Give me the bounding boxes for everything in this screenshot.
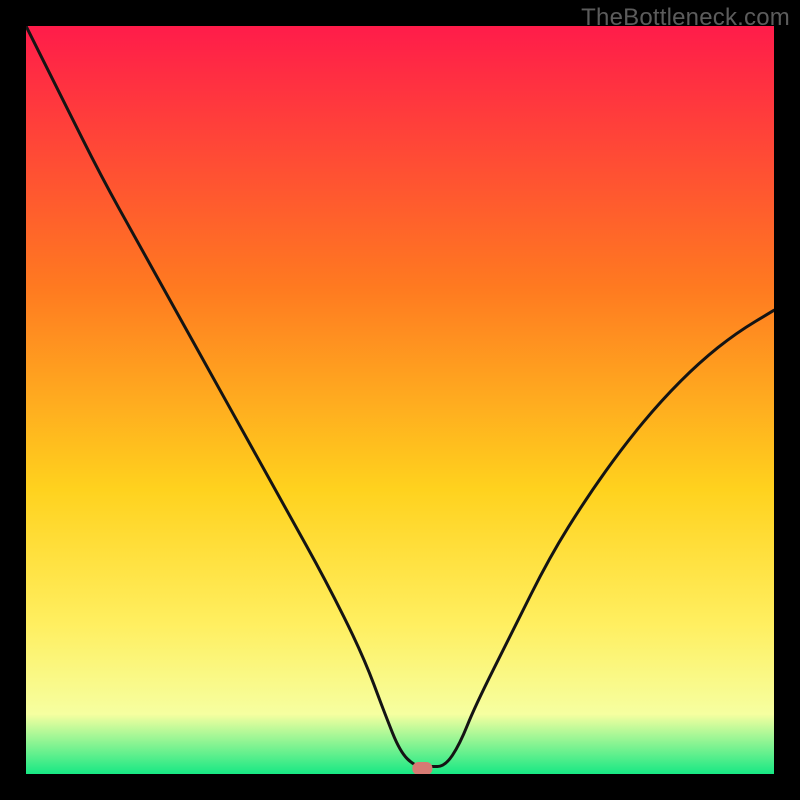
plot-area — [26, 26, 774, 774]
bottleneck-plot — [26, 26, 774, 774]
chart-frame: TheBottleneck.com — [0, 0, 800, 800]
min-point-marker — [412, 762, 432, 774]
attribution-text: TheBottleneck.com — [581, 4, 790, 32]
